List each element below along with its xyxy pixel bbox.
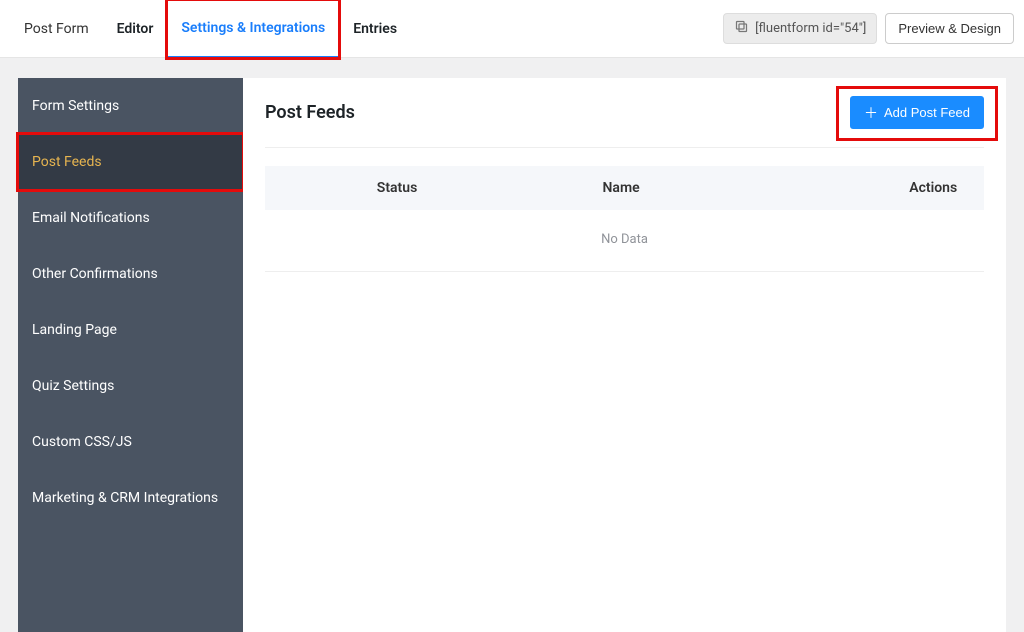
sidebar-item-label: Other Confirmations [32,266,158,282]
column-actions: Actions [733,180,957,196]
sidebar-item-marketing-crm-integrations[interactable]: Marketing & CRM Integrations [18,470,243,526]
tab-post-form[interactable]: Post Form [10,0,103,58]
tab-label: Settings & Integrations [181,20,325,36]
button-label: Add Post Feed [884,105,970,120]
column-status: Status [285,180,509,196]
tab-label: Entries [353,21,397,37]
sidebar-item-label: Custom CSS/JS [32,434,132,450]
page-title: Post Feeds [265,102,355,123]
sidebar-item-other-confirmations[interactable]: Other Confirmations [18,246,243,302]
button-label: Preview & Design [898,21,1001,36]
main-panel: Post Feeds ＋ Add Post Feed Status Name A… [243,78,1006,632]
add-post-feed-button[interactable]: ＋ Add Post Feed [850,96,984,129]
sidebar-item-label: Post Feeds [32,154,102,170]
shortcode-text: [fluentform id="54"] [755,21,866,36]
sidebar-item-label: Form Settings [32,98,119,114]
shortcode-chip[interactable]: [fluentform id="54"] [723,13,877,44]
sidebar: Form Settings Post Feeds Email Notificat… [18,78,243,632]
sidebar-item-post-feeds[interactable]: Post Feeds [18,134,243,190]
sidebar-item-quiz-settings[interactable]: Quiz Settings [18,358,243,414]
preview-design-button[interactable]: Preview & Design [885,13,1014,44]
sidebar-item-email-notifications[interactable]: Email Notifications [18,190,243,246]
copy-icon [734,19,755,38]
table-empty-state: No Data [265,210,984,272]
column-name: Name [509,180,733,196]
tab-entries[interactable]: Entries [339,0,411,58]
sidebar-item-label: Email Notifications [32,210,150,226]
tab-editor[interactable]: Editor [103,0,168,58]
sidebar-item-label: Quiz Settings [32,378,114,394]
sidebar-item-label: Landing Page [32,322,117,338]
sidebar-item-landing-page[interactable]: Landing Page [18,302,243,358]
tab-settings-integrations[interactable]: Settings & Integrations [167,0,339,58]
sidebar-item-form-settings[interactable]: Form Settings [18,78,243,134]
table-header: Status Name Actions [265,166,984,210]
sidebar-item-custom-css-js[interactable]: Custom CSS/JS [18,414,243,470]
tab-label: Editor [117,21,154,37]
main-header: Post Feeds ＋ Add Post Feed [265,96,984,148]
content-wrap: Form Settings Post Feeds Email Notificat… [0,58,1024,632]
sidebar-item-label: Marketing & CRM Integrations [32,490,218,506]
topbar: Post Form Editor Settings & Integrations… [0,0,1024,58]
plus-icon: ＋ [864,106,878,120]
tab-label: Post Form [24,21,89,37]
